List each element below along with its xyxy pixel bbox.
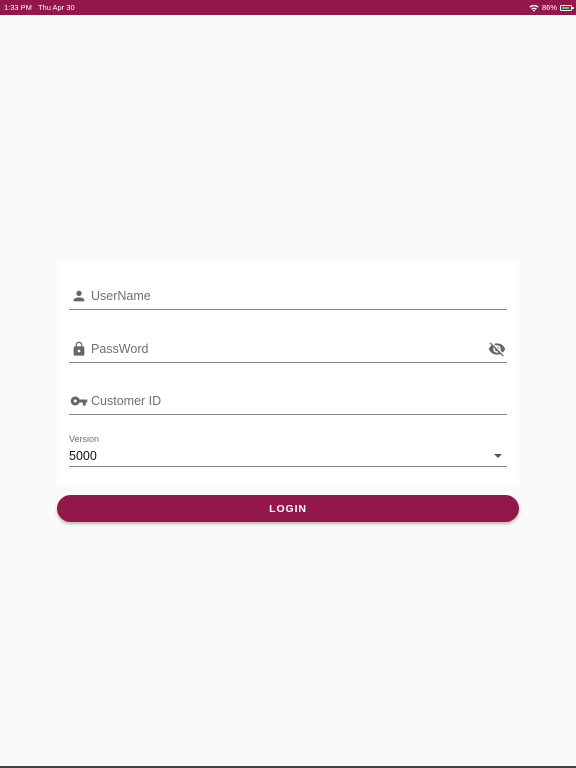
password-field[interactable]: PassWord <box>69 336 507 363</box>
username-field[interactable]: UserName <box>69 283 507 310</box>
customer-id-placeholder: Customer ID <box>91 394 162 408</box>
status-date: Thu Apr 30 <box>37 3 75 12</box>
version-select[interactable]: 5000 <box>69 445 507 467</box>
visibility-off-icon[interactable] <box>487 340 507 358</box>
wifi-icon <box>529 4 539 12</box>
login-button-label: LOGIN <box>269 502 307 515</box>
version-label: Version <box>69 434 100 444</box>
login-button[interactable]: LOGIN <box>57 495 519 522</box>
password-placeholder: PassWord <box>91 342 149 356</box>
lock-icon <box>70 340 88 358</box>
status-time: 1:33 PM <box>4 3 32 12</box>
key-icon <box>70 392 88 410</box>
customer-id-field[interactable]: Customer ID <box>69 388 507 415</box>
person-icon <box>70 287 88 305</box>
version-value: 5000 <box>69 448 97 463</box>
battery-icon <box>560 4 574 11</box>
dropdown-arrow-icon <box>494 453 502 458</box>
status-bar: 1:33 PM Thu Apr 30 86% <box>0 0 576 15</box>
battery-percentage: 86% <box>541 3 557 12</box>
username-placeholder: UserName <box>91 289 151 303</box>
login-card: UserName PassWord Customer ID Version 50… <box>57 261 519 485</box>
